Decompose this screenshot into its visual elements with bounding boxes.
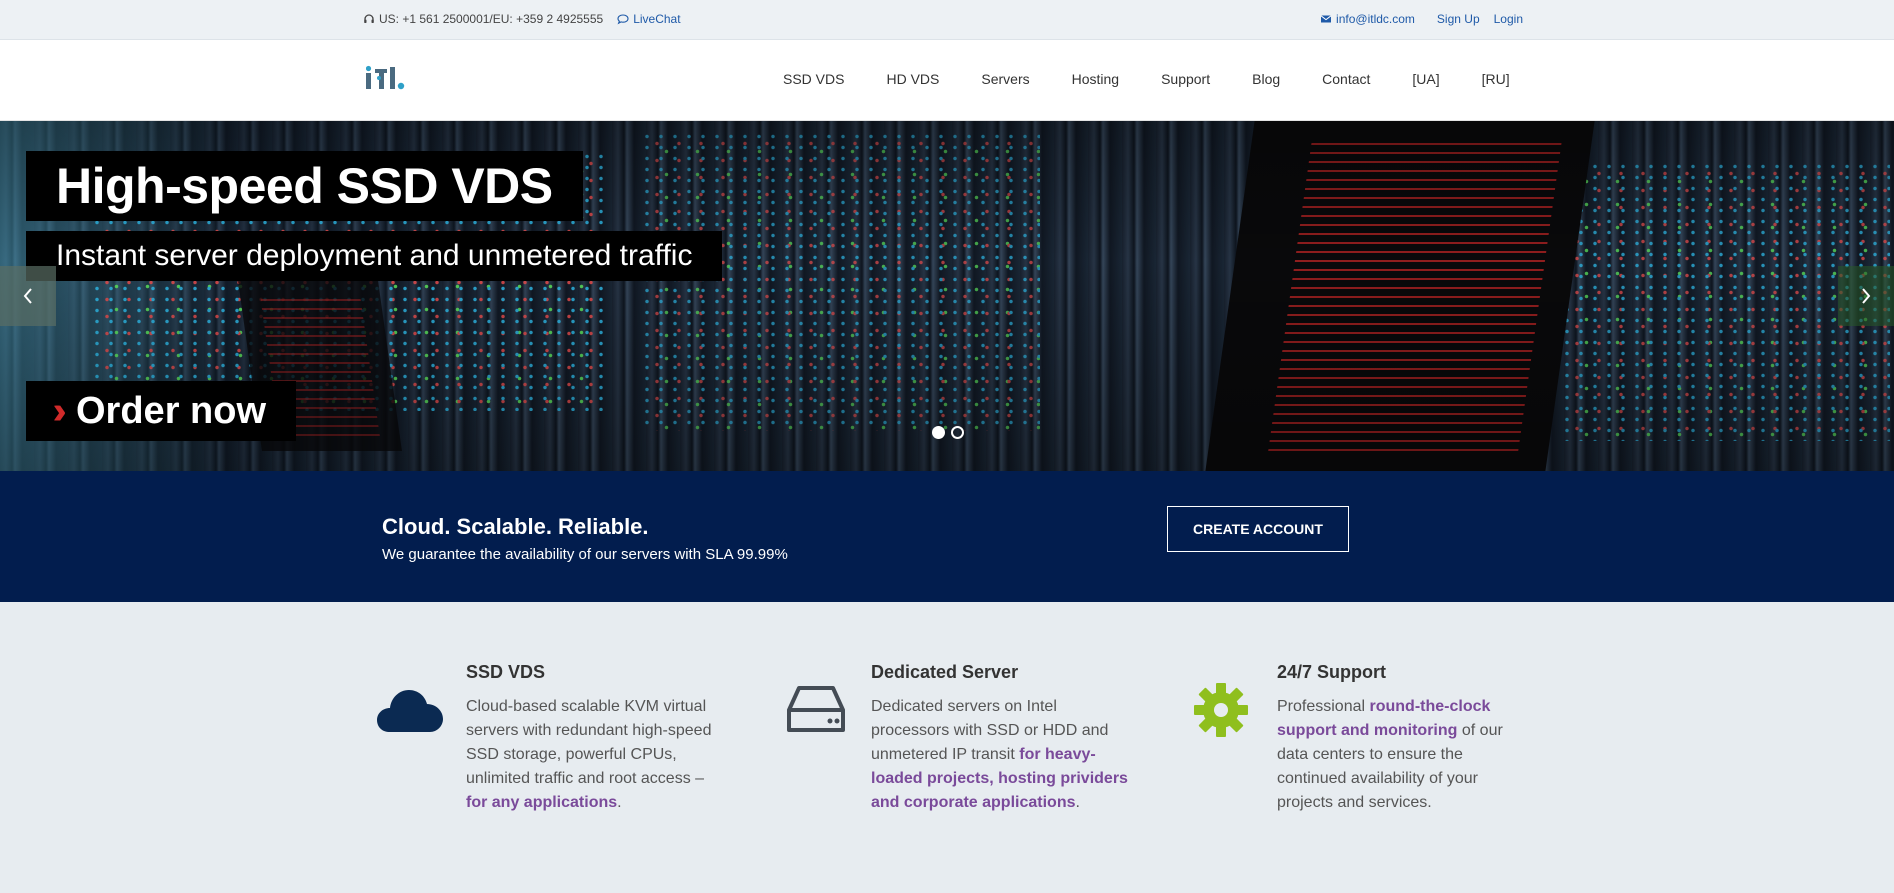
order-now-button[interactable]: ›› Order now (26, 381, 297, 441)
slider-dot-2[interactable] (951, 426, 964, 439)
phone-numbers: US: +1 561 2500001/EU: +359 2 4925555 (379, 12, 604, 26)
feature-title: SSD VDS (466, 662, 546, 682)
itl-logo[interactable] (366, 65, 408, 91)
feature-text: Professional round-the-clock support and… (1277, 698, 1503, 811)
banner-title: Cloud. Scalable. Reliable. (382, 514, 649, 539)
features-section: SSD VDS Cloud-based scalable KVM virtual… (0, 602, 1894, 893)
cta-banner: Cloud. Scalable. Reliable. We guarantee … (0, 471, 1894, 602)
headset-icon (364, 14, 374, 23)
double-chevron-right-icon: ›› (54, 381, 68, 441)
envelope-icon (1320, 15, 1332, 23)
feature-support: 24/7 Support Professional round-the-cloc… (1194, 662, 1517, 815)
main-nav: SSD VDS HD VDS Servers Hosting Support B… (762, 71, 1531, 87)
livechat-link[interactable]: LiveChat (617, 12, 681, 26)
nav-hd-vds[interactable]: HD VDS (865, 71, 960, 87)
slider-prev-button[interactable] (0, 266, 56, 326)
feature-title: Dedicated Server (871, 662, 1019, 682)
email-label: info@itldc.com (1336, 12, 1415, 26)
hard-drive-icon (787, 686, 845, 732)
nav-blog[interactable]: Blog (1231, 71, 1301, 87)
feature-text: Cloud-based scalable KVM virtual servers… (466, 698, 712, 811)
slider-pagination (932, 426, 964, 439)
logo-mark (366, 65, 405, 90)
nav-contact[interactable]: Contact (1301, 71, 1391, 87)
feature-dedicated-server: Dedicated Server Dedicated servers on In… (787, 662, 1131, 815)
nav-support[interactable]: Support (1140, 71, 1231, 87)
chevron-left-icon (23, 288, 32, 304)
chevron-right-icon (1862, 288, 1871, 304)
create-account-button[interactable]: CREATE ACCOUNT (1167, 506, 1349, 552)
nav-lang-ru[interactable]: [RU] (1461, 71, 1531, 87)
gear-icon (1194, 683, 1248, 737)
feature-highlight[interactable]: for any applications (466, 794, 617, 811)
slider-next-button[interactable] (1838, 266, 1894, 326)
nav-hosting[interactable]: Hosting (1051, 71, 1140, 87)
order-now-label: Order now (76, 390, 267, 432)
feature-ssd-vds: SSD VDS Cloud-based scalable KVM virtual… (377, 662, 721, 815)
nav-lang-ua[interactable]: [UA] (1391, 71, 1460, 87)
login-link[interactable]: Login (1494, 12, 1523, 26)
site-header: SSD VDS HD VDS Servers Hosting Support B… (0, 40, 1894, 121)
email-link[interactable]: info@itldc.com (1320, 12, 1415, 26)
hero-slider: High-speed SSD VDS Instant server deploy… (0, 121, 1894, 471)
cloud-icon (377, 690, 443, 732)
chat-bubble-icon (617, 14, 629, 25)
slider-dot-1[interactable] (932, 426, 945, 439)
hero-subtitle: Instant server deployment and unmetered … (26, 231, 723, 281)
top-bar: US: +1 561 2500001/EU: +359 2 4925555 Li… (0, 0, 1894, 40)
account-links: info@itldc.com Sign Up Login (1320, 12, 1523, 26)
feature-title: 24/7 Support (1277, 662, 1387, 682)
nav-servers[interactable]: Servers (960, 71, 1050, 87)
nav-ssd-vds[interactable]: SSD VDS (762, 71, 865, 87)
hero-title: High-speed SSD VDS (26, 151, 583, 221)
signup-link[interactable]: Sign Up (1437, 12, 1480, 26)
livechat-label: LiveChat (633, 12, 681, 26)
feature-text: Dedicated servers on Intel processors wi… (871, 698, 1128, 811)
banner-text: We guarantee the availability of our ser… (382, 546, 788, 563)
contact-info: US: +1 561 2500001/EU: +359 2 4925555 Li… (363, 12, 681, 26)
